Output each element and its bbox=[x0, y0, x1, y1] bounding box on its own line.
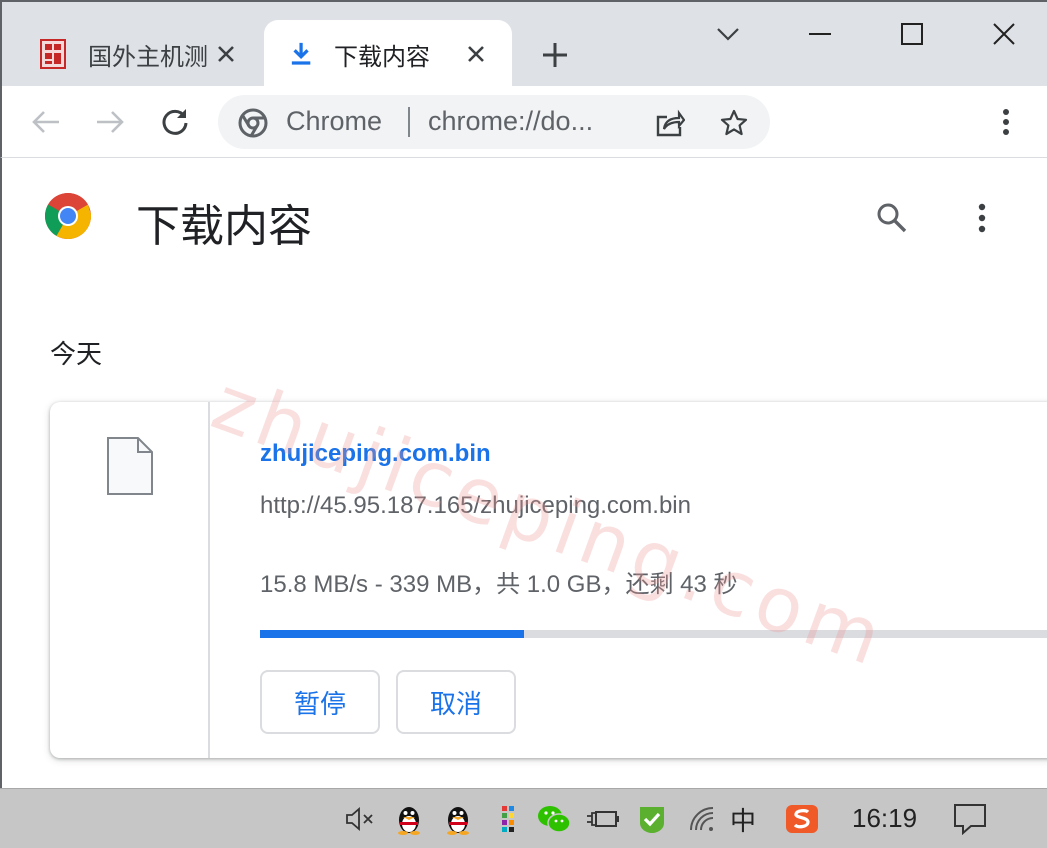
search-downloads-button[interactable] bbox=[872, 198, 912, 238]
tab-active[interactable]: 下载内容 bbox=[264, 20, 512, 88]
action-center-button[interactable] bbox=[952, 801, 988, 837]
star-icon bbox=[720, 109, 748, 136]
bookmark-button[interactable] bbox=[718, 107, 750, 139]
tab-inactive[interactable]: 国外主机测 bbox=[22, 20, 262, 88]
file-icon bbox=[107, 437, 153, 495]
reload-button[interactable] bbox=[157, 104, 193, 140]
downloads-page: 下载内容 今天 zhujiceping.com.bin http://45.95… bbox=[0, 158, 1047, 788]
close-icon bbox=[218, 46, 234, 62]
close-icon bbox=[468, 46, 484, 62]
reload-icon bbox=[162, 109, 188, 135]
arrow-left-icon bbox=[32, 111, 59, 133]
tab-strip: 国外主机测 下载内容 bbox=[0, 0, 1047, 88]
sogou-ime-tray-button[interactable] bbox=[784, 801, 820, 837]
download-progress-fill bbox=[260, 630, 524, 638]
omnibox-url[interactable]: chrome://do... bbox=[428, 106, 628, 137]
wifi-tray-button[interactable] bbox=[684, 801, 720, 837]
volume-muted-icon bbox=[346, 807, 373, 831]
color-app-tray-button[interactable] bbox=[490, 801, 526, 837]
wechat-icon bbox=[538, 806, 571, 833]
share-icon bbox=[656, 109, 685, 137]
pause-button[interactable]: 暂停 bbox=[260, 670, 380, 734]
chevron-down-icon bbox=[717, 28, 739, 41]
power-tray-button[interactable] bbox=[585, 801, 621, 837]
close-window-button[interactable] bbox=[984, 16, 1024, 52]
color-grid-icon bbox=[502, 806, 514, 832]
more-vertical-icon bbox=[978, 203, 986, 233]
shield-check-icon bbox=[640, 807, 664, 833]
ime-indicator[interactable]: 中 bbox=[730, 801, 756, 838]
back-button[interactable] bbox=[28, 104, 64, 140]
download-source-url[interactable]: http://45.95.187.165/zhujiceping.com.bin bbox=[260, 492, 691, 520]
omnibox[interactable]: Chrome chrome://do... bbox=[218, 95, 770, 149]
notification-icon bbox=[954, 804, 986, 835]
close-icon bbox=[993, 23, 1015, 45]
tab-search-button[interactable] bbox=[708, 16, 748, 52]
plus-icon bbox=[543, 43, 567, 67]
wifi-icon bbox=[690, 807, 714, 831]
maximize-button[interactable] bbox=[892, 16, 932, 52]
windows-taskbar: 中 16:19 bbox=[0, 788, 1047, 848]
download-file-name-link[interactable]: zhujiceping.com.bin bbox=[260, 440, 491, 468]
downloads-menu-button[interactable] bbox=[964, 198, 1000, 238]
qq-penguin-icon bbox=[447, 807, 469, 835]
download-icon bbox=[291, 42, 311, 65]
wechat-tray-button[interactable] bbox=[536, 801, 572, 837]
more-vertical-icon bbox=[1003, 109, 1009, 135]
security-tray-button[interactable] bbox=[634, 801, 670, 837]
browser-toolbar: Chrome chrome://do... bbox=[0, 86, 1047, 158]
tab-title: 国外主机测 bbox=[88, 43, 208, 71]
arrow-right-icon bbox=[97, 111, 124, 133]
download-progress-bar bbox=[260, 630, 1047, 638]
cancel-button[interactable]: 取消 bbox=[396, 670, 516, 734]
tab-close-button[interactable] bbox=[462, 40, 490, 68]
new-tab-button[interactable] bbox=[540, 40, 570, 70]
site-favicon-icon bbox=[40, 39, 66, 69]
qq-tray-button[interactable] bbox=[440, 801, 476, 837]
search-icon bbox=[877, 203, 907, 233]
file-icon-column bbox=[50, 402, 210, 758]
chrome-logo-icon bbox=[45, 193, 91, 239]
omnibox-chip: Chrome bbox=[286, 106, 383, 136]
tab-close-button[interactable] bbox=[212, 40, 240, 68]
forward-button[interactable] bbox=[92, 104, 128, 140]
tab-title: 下载内容 bbox=[334, 43, 430, 71]
download-status-text: 15.8 MB/s - 339 MB，共 1.0 GB，还剩 43 秒 bbox=[260, 571, 738, 598]
battery-plug-icon bbox=[587, 811, 619, 827]
minimize-icon bbox=[809, 33, 831, 35]
download-item-card: zhujiceping.com.bin http://45.95.187.165… bbox=[50, 402, 1047, 758]
minimize-button[interactable] bbox=[800, 16, 840, 52]
volume-muted-button[interactable] bbox=[342, 801, 378, 837]
omnibox-separator bbox=[408, 107, 410, 137]
qq-tray-button[interactable] bbox=[391, 801, 427, 837]
sogou-icon bbox=[786, 805, 818, 833]
chrome-logo-icon bbox=[238, 108, 268, 138]
share-button[interactable] bbox=[654, 107, 686, 139]
section-date-header: 今天 bbox=[50, 339, 103, 369]
system-clock[interactable]: 16:19 bbox=[852, 803, 917, 834]
qq-penguin-icon bbox=[398, 807, 420, 835]
browser-menu-button[interactable] bbox=[988, 104, 1024, 140]
maximize-icon bbox=[901, 23, 923, 45]
page-title: 下载内容 bbox=[136, 202, 312, 251]
